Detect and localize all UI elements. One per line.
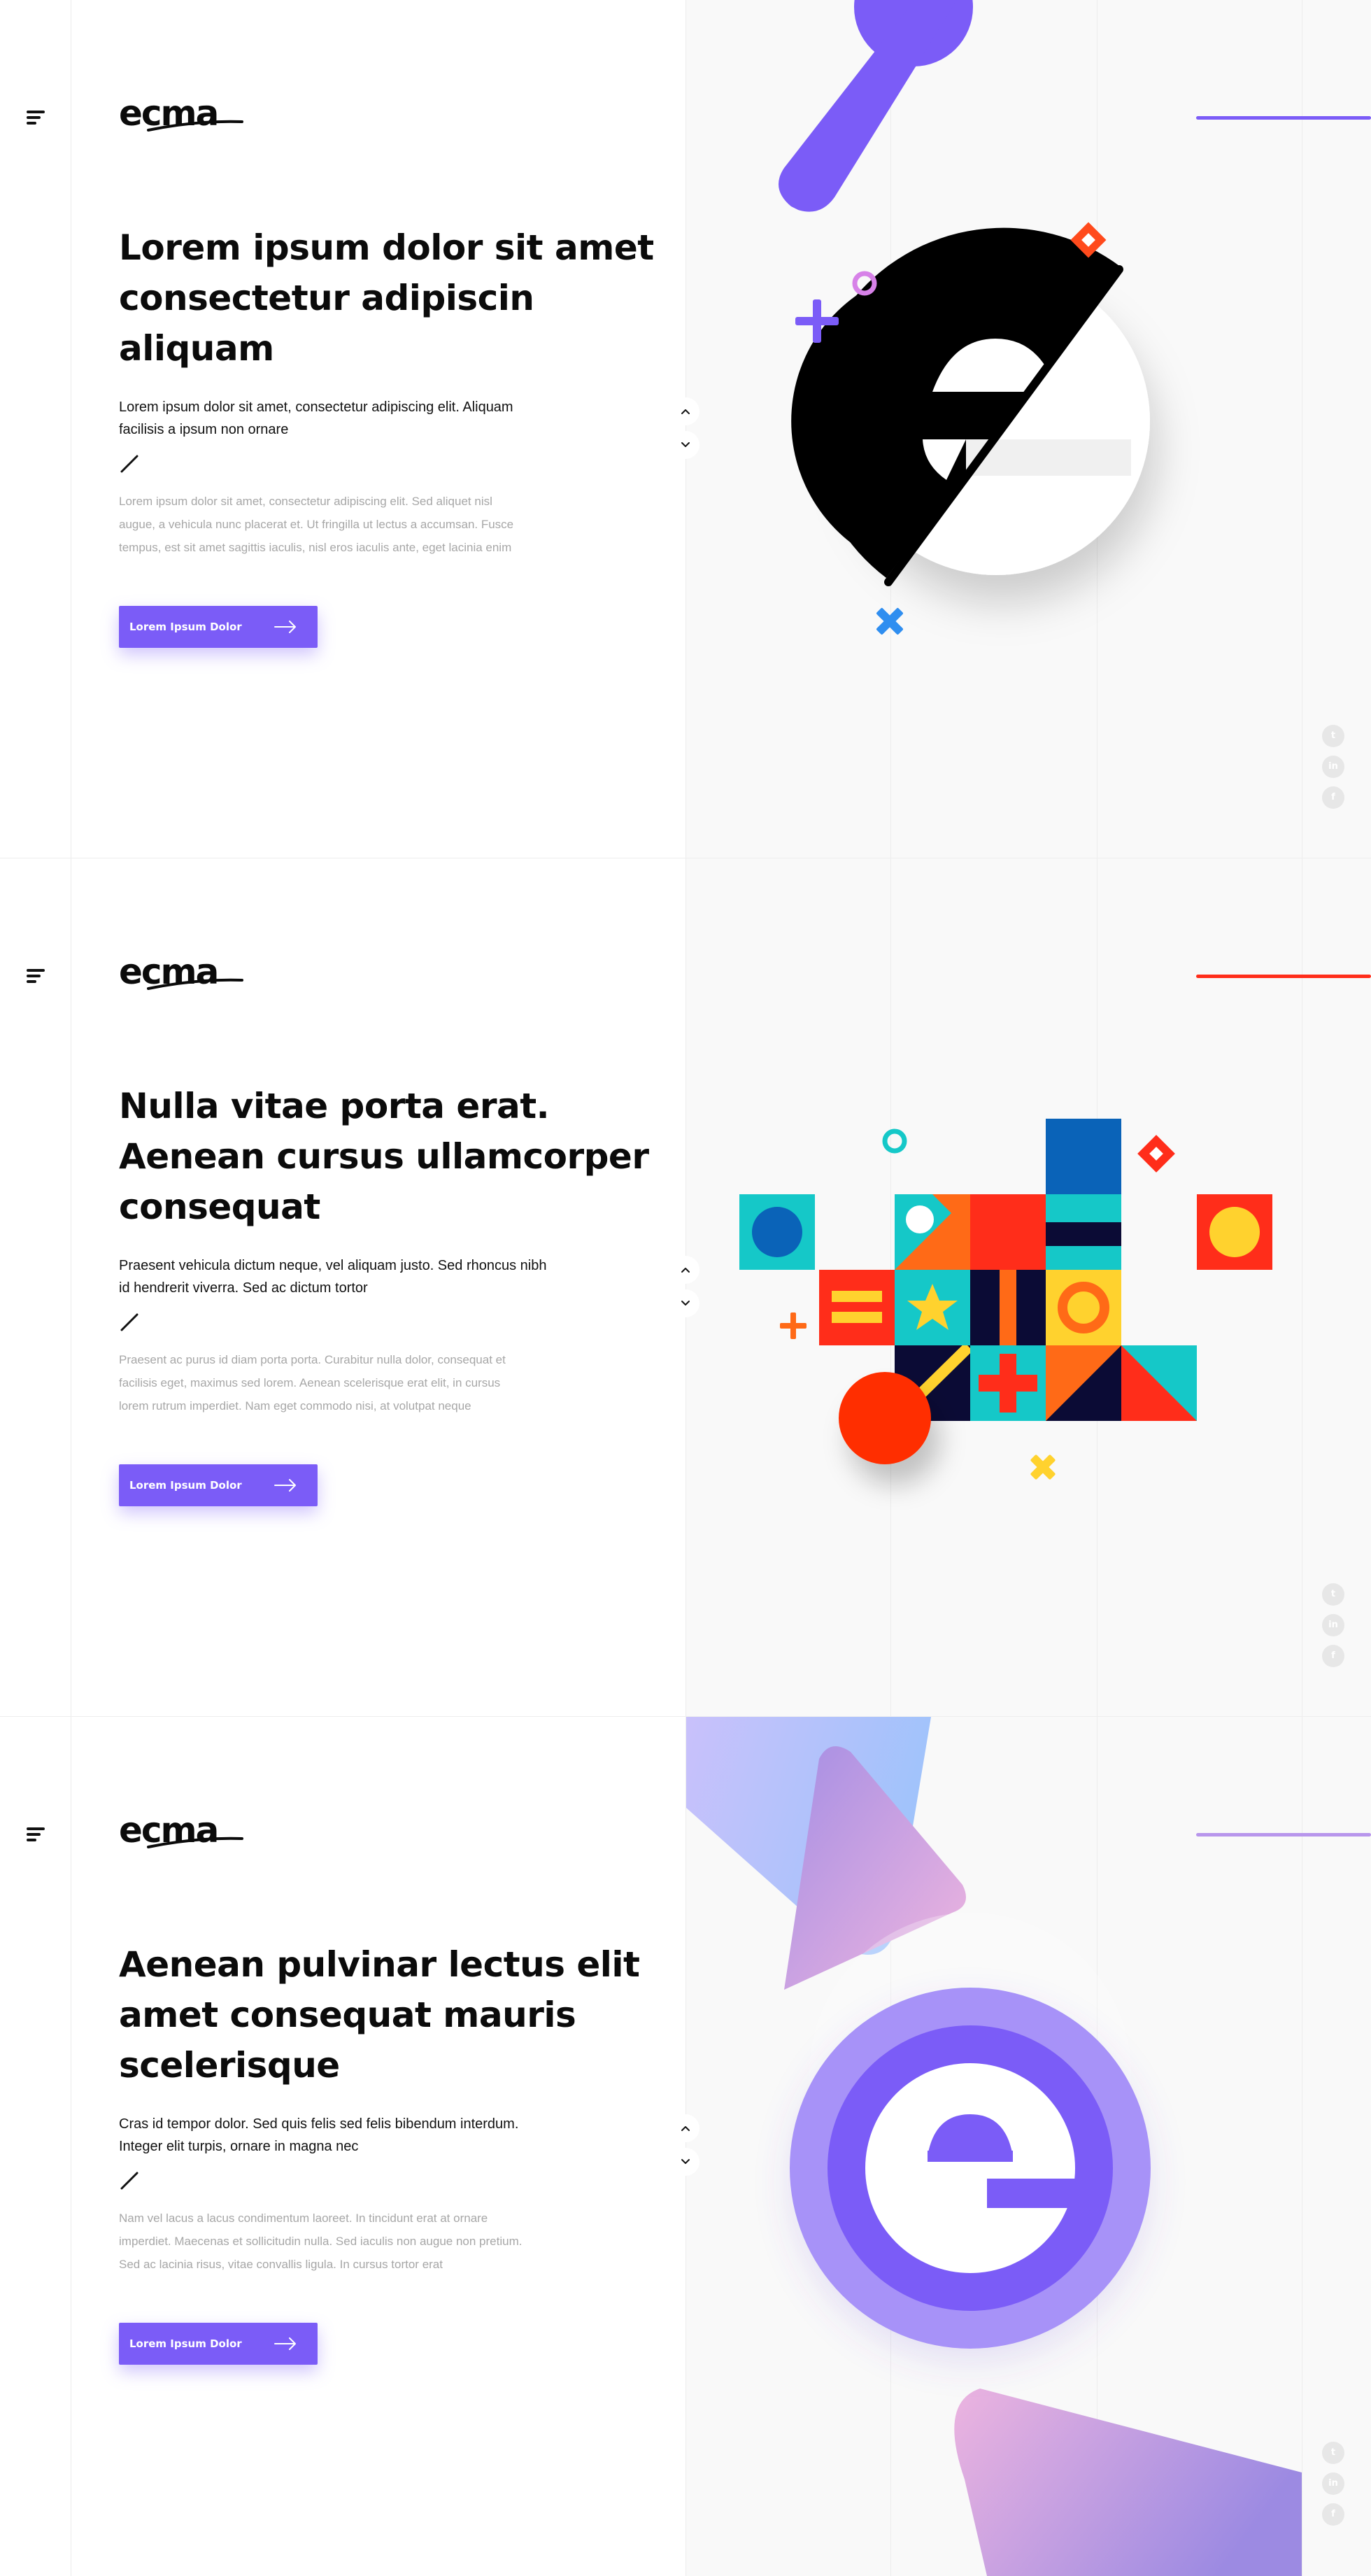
linkedin-icon[interactable]: in [1322, 1614, 1344, 1636]
arrow-right-icon [274, 1479, 296, 1492]
chevron-down-icon [681, 1301, 690, 1305]
facebook-icon[interactable]: f [1322, 786, 1344, 809]
twitter-icon[interactable]: t [1322, 725, 1344, 747]
hero-lead-text: Praesent vehicula dictum neque, vel aliq… [119, 1258, 547, 1296]
logo-swoosh-icon [147, 978, 243, 990]
pager-up-button[interactable] [672, 1256, 699, 1284]
cta-button[interactable]: Lorem Ipsum Dolor [119, 1464, 318, 1506]
accent-line [1196, 975, 1371, 978]
slide-pager [672, 397, 699, 459]
pager-down-button[interactable] [672, 431, 699, 459]
arrow-right-icon [274, 2337, 296, 2350]
linkedin-icon[interactable]: in [1322, 2472, 1344, 2495]
cta-button-label: Lorem Ipsum Dolor [129, 2337, 242, 2350]
logo[interactable]: ecma [119, 92, 245, 134]
illustration-panel [686, 1717, 1371, 2576]
left-rail [0, 858, 71, 1716]
hero-body-text: Praesent ac purus id diam porta porta. C… [119, 1353, 506, 1413]
hero-section-1: ecma Lorem ipsum dolor sit amet consecte… [0, 0, 1371, 858]
linkedin-icon[interactable]: in [1322, 756, 1344, 778]
hero-section-3: ecma Aenean pulvinar lectus elit amet co… [0, 1717, 1371, 2576]
cta-button-label: Lorem Ipsum Dolor [129, 1479, 242, 1492]
pager-down-button[interactable] [672, 2148, 699, 2176]
accent-line [1196, 1833, 1371, 1837]
slash-divider-icon [120, 1313, 138, 1331]
cta-button[interactable]: Lorem Ipsum Dolor [119, 606, 318, 648]
hamburger-menu-icon[interactable] [27, 1827, 45, 1841]
letter-e-illustration [779, 0, 1150, 635]
chevron-up-icon [681, 1268, 690, 1273]
logo[interactable]: ecma [119, 1809, 245, 1851]
slash-divider-icon [120, 455, 138, 473]
left-rail [0, 0, 71, 858]
hero-lead-text: Cras id tempor dolor. Sed quis felis sed… [119, 2116, 519, 2154]
slash-divider-icon [120, 2172, 138, 2190]
hero-body-text: Nam vel lacus a lacus condimentum laoree… [119, 2211, 523, 2271]
illustration-panel [686, 0, 1371, 858]
logo-swoosh-icon [147, 120, 243, 132]
hero-headline: Lorem ipsum dolor sit amet consectetur a… [119, 227, 654, 369]
geometric-tiles-illustration [739, 1119, 1272, 1480]
chevron-down-icon [681, 442, 690, 447]
slide-pager [672, 1256, 699, 1317]
chevron-up-icon [681, 409, 690, 414]
chevron-up-icon [681, 2126, 690, 2131]
hamburger-menu-icon[interactable] [27, 111, 45, 125]
social-links: t in f [1322, 2442, 1344, 2533]
accent-line [1196, 116, 1371, 120]
facebook-icon[interactable]: f [1322, 1645, 1344, 1667]
slide-pager [672, 2114, 699, 2176]
illustration-panel [686, 858, 1371, 1716]
hero-body-text: Lorem ipsum dolor sit amet, consectetur … [119, 495, 514, 554]
hero-section-2: ecma Nulla vitae porta erat. Aenean curs… [0, 858, 1371, 1717]
pager-up-button[interactable] [672, 2114, 699, 2142]
pager-down-button[interactable] [672, 1289, 699, 1317]
twitter-icon[interactable]: t [1322, 2442, 1344, 2464]
logo[interactable]: ecma [119, 951, 245, 993]
hamburger-menu-icon[interactable] [27, 969, 45, 983]
pager-up-button[interactable] [672, 397, 699, 425]
hero-headline: Nulla vitae porta erat. Aenean cursus ul… [119, 1086, 649, 1227]
facebook-icon[interactable]: f [1322, 2503, 1344, 2526]
social-links: t in f [1322, 1583, 1344, 1674]
left-rail [0, 1717, 71, 2576]
cta-button[interactable]: Lorem Ipsum Dolor [119, 2323, 318, 2365]
arrow-right-icon [274, 621, 296, 633]
twitter-icon[interactable]: t [1322, 1583, 1344, 1606]
logo-swoosh-icon [147, 1837, 243, 1848]
social-links: t in f [1322, 725, 1344, 816]
gradient-e-illustration [686, 1717, 1302, 2576]
cta-button-label: Lorem Ipsum Dolor [129, 621, 242, 633]
chevron-down-icon [681, 2159, 690, 2164]
hero-lead-text: Lorem ipsum dolor sit amet, consectetur … [119, 399, 513, 437]
hero-headline: Aenean pulvinar lectus elit amet consequ… [119, 1944, 640, 2086]
